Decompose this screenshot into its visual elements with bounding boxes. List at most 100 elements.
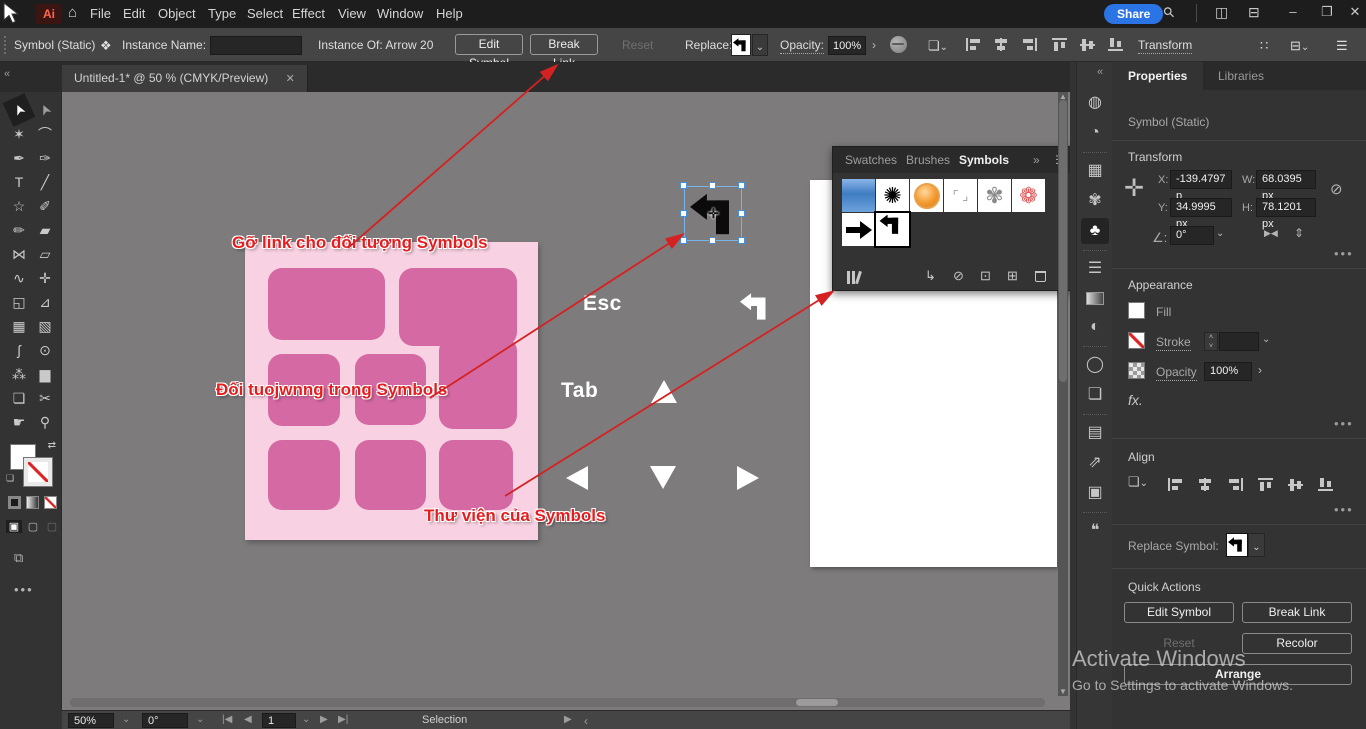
more-options-icon[interactable]: ••• [1334, 502, 1354, 517]
scroll-down-icon[interactable]: ▼ [1058, 687, 1068, 696]
prev-artboard-icon[interactable]: ◀ [244, 714, 252, 725]
selection-handle[interactable] [709, 182, 716, 189]
symbol-arrow-right[interactable] [842, 213, 875, 246]
tab-properties[interactable]: Properties [1112, 62, 1203, 90]
color-mode-button[interactable] [8, 496, 21, 509]
stroke-weight-field[interactable] [1219, 332, 1259, 351]
stroke-panel-icon[interactable]: ☰ [1081, 256, 1109, 282]
menu-effect[interactable]: Effect [292, 6, 325, 21]
symbol-arrow-bent-selected[interactable] [876, 213, 909, 246]
stroke-weight-chevron[interactable]: ⌄ [1262, 334, 1270, 345]
artboards-panel-icon[interactable]: ▣ [1081, 480, 1109, 506]
menu-view[interactable]: View [338, 6, 366, 21]
magic-wand-tool[interactable]: ✶ [6, 122, 32, 146]
status-collapse-icon[interactable]: ‹ [584, 714, 588, 728]
menu-select[interactable]: Select [247, 6, 283, 21]
align-to-artboard-icon[interactable]: ❏⌄ [928, 38, 948, 54]
edit-symbol-button[interactable]: Edit Symbol [455, 34, 523, 55]
align-to-icon[interactable]: ❏⌄ [1128, 474, 1148, 490]
symbol-blue-banner[interactable] [842, 179, 875, 212]
opacity-stepper-chevron[interactable]: › [872, 38, 876, 52]
minimize-button[interactable]: – [1278, 4, 1308, 19]
eyedropper-tool[interactable]: ʃ [6, 338, 32, 362]
artboard-tool[interactable]: ❏ [6, 386, 32, 410]
horizontal-align-left-icon[interactable] [966, 38, 981, 51]
gradient-panel-icon[interactable] [1086, 292, 1104, 305]
align-top-icon[interactable] [1258, 478, 1273, 491]
transparency-panel-icon[interactable]: ◐ [1081, 314, 1109, 340]
perspective-grid-tool[interactable]: ⊿ [32, 290, 58, 314]
line-segment-tool[interactable]: ╱ [32, 170, 58, 194]
panel-options-icon[interactable]: ⊟⌄ [1290, 38, 1309, 54]
symbol-swirl-ring[interactable]: ✾ [978, 179, 1011, 212]
panel-overflow-icon[interactable]: » [1033, 153, 1040, 167]
comments-panel-icon[interactable]: ❝ [1081, 518, 1109, 544]
symbols-panel-icon[interactable]: ♣ [1081, 218, 1109, 244]
gradient-tool[interactable]: ▧ [32, 314, 58, 338]
fx-icon[interactable]: fx. [1128, 392, 1143, 408]
selection-handle[interactable] [738, 237, 745, 244]
share-button[interactable]: Share [1104, 4, 1163, 24]
symbol-registration-marks[interactable]: ⌜ ⌟ [944, 179, 977, 212]
selection-handle[interactable] [709, 237, 716, 244]
symbol-ink-splat[interactable]: ✺ [876, 179, 909, 212]
layers-panel-icon[interactable]: ▤ [1081, 420, 1109, 446]
menu-list-icon[interactable]: ☰ [1336, 38, 1348, 54]
tab-swatches[interactable]: Swatches [845, 153, 897, 167]
tab-symbols[interactable]: Symbols [959, 153, 1009, 167]
symbol-orange-orb[interactable] [910, 179, 943, 212]
align-middle-icon[interactable] [1288, 478, 1303, 491]
horizontal-align-right-icon[interactable] [1022, 38, 1037, 51]
graphic-styles-panel-icon[interactable]: ❏ [1081, 382, 1109, 408]
selection-handle[interactable] [680, 237, 687, 244]
zoom-level-field[interactable]: 50% [68, 713, 114, 728]
default-fill-stroke-icon[interactable]: ❏ [6, 473, 14, 484]
slice-tool[interactable]: ✂ [32, 386, 58, 410]
symbol-sprayer-tool[interactable]: ⁂ [6, 362, 32, 386]
align-bottom-icon[interactable] [1318, 478, 1333, 491]
canvas[interactable]: Gỡ link cho đối tượng Symbols Đối tuojwn… [62, 92, 1070, 710]
rotation-dropdown-chevron[interactable]: ⌄ [196, 714, 204, 725]
stroke-swatch-none[interactable] [24, 458, 52, 486]
menu-type[interactable]: Type [208, 6, 236, 21]
reflect-tool[interactable]: ⋈ [6, 242, 32, 266]
y-field[interactable]: 34.9995 px [1170, 198, 1232, 217]
rotation-field[interactable]: 0° [142, 713, 188, 728]
tab-libraries[interactable]: Libraries [1202, 62, 1280, 90]
vertical-align-bottom-icon[interactable] [1108, 38, 1123, 51]
collapse-dock-icon[interactable]: « [1097, 66, 1103, 78]
fill-color-swatch[interactable] [1128, 302, 1145, 319]
color-panel-icon[interactable]: ◍ [1081, 90, 1109, 116]
zoom-tool[interactable]: ⚲ [32, 410, 58, 434]
more-options-icon[interactable]: ••• [1334, 246, 1354, 261]
shape-tool[interactable]: ☆ [6, 194, 32, 218]
flip-horizontal-icon[interactable]: ▶◀ [1264, 228, 1278, 239]
constrain-proportions-icon[interactable]: ⊘ [1330, 180, 1343, 198]
menu-help[interactable]: Help [436, 6, 463, 21]
artboard-number-field[interactable]: 1 [262, 713, 296, 728]
blend-tool[interactable]: ⊙ [32, 338, 58, 362]
qa-arrange-button[interactable]: Arrange [1124, 664, 1352, 685]
w-field[interactable]: 68.0395 px [1256, 170, 1316, 189]
next-artboard-icon[interactable]: ▶ [320, 714, 328, 725]
symbol-libraries-icon[interactable] [847, 271, 860, 284]
qa-edit-symbol-button[interactable]: Edit Symbol [1124, 602, 1234, 623]
menu-edit[interactable]: Edit [123, 6, 145, 21]
search-icon[interactable]: ⚲ [1164, 4, 1174, 21]
tab-close-icon[interactable]: ✕ [286, 73, 295, 85]
status-play-icon[interactable]: ▶ [564, 714, 572, 725]
delete-symbol-icon[interactable] [1035, 271, 1046, 282]
paintbrush-tool[interactable]: ✐ [32, 194, 58, 218]
pencil-tool[interactable]: ✏ [6, 218, 32, 242]
selection-handle[interactable] [680, 182, 687, 189]
horizontal-scrollbar[interactable] [70, 698, 1045, 707]
appearance-panel-icon[interactable]: ◯ [1081, 352, 1109, 378]
curvature-tool[interactable]: ✑ [32, 146, 58, 170]
mesh-tool[interactable]: ▦ [6, 314, 32, 338]
stroke-weight-stepper[interactable]: ˄˅ [1204, 332, 1218, 351]
qa-break-link-button[interactable]: Break Link [1242, 602, 1352, 623]
instance-name-input[interactable] [210, 36, 302, 55]
screen-mode-icon[interactable]: ⧉ [14, 550, 23, 566]
hand-tool[interactable]: ☛ [6, 410, 32, 434]
pen-tool[interactable]: ✒ [6, 146, 32, 170]
